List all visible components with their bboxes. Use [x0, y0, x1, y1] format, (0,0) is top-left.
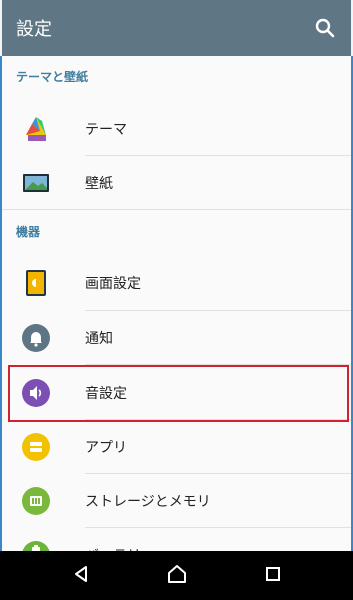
notification-bell-icon: [22, 324, 50, 352]
recents-icon: [263, 564, 283, 588]
recents-button[interactable]: [253, 551, 293, 600]
display-icon: [22, 269, 50, 297]
settings-item-wallpaper[interactable]: 壁紙: [2, 156, 351, 210]
apps-icon: [22, 433, 50, 461]
settings-item-label: ストレージとメモリ: [85, 494, 211, 510]
settings-item-display[interactable]: 画面設定: [2, 256, 351, 310]
search-icon[interactable]: [313, 16, 337, 40]
settings-item-label: 壁紙: [85, 176, 113, 192]
edge-line: [0, 56, 2, 551]
settings-item-notifications[interactable]: 通知: [2, 311, 351, 365]
home-icon: [166, 563, 188, 589]
wallpaper-icon: [22, 169, 50, 197]
navigation-bar: [0, 551, 353, 600]
home-button[interactable]: [157, 551, 197, 600]
settings-item-apps[interactable]: アプリ: [2, 420, 351, 474]
back-icon: [71, 564, 91, 588]
section-header-theme: テーマと壁紙: [16, 70, 89, 84]
settings-item-label: テーマ: [85, 122, 127, 138]
back-button[interactable]: [61, 551, 101, 600]
settings-item-label: アプリ: [85, 440, 127, 456]
highlight-box: [8, 365, 349, 422]
storage-icon: [22, 487, 50, 515]
theme-palette-icon: [22, 115, 50, 143]
settings-item-theme[interactable]: テーマ: [2, 102, 351, 156]
section-divider: [2, 209, 351, 210]
app-bar: 設定: [2, 0, 351, 56]
settings-item-storage[interactable]: ストレージとメモリ: [2, 474, 351, 528]
settings-item-label: 画面設定: [85, 276, 141, 292]
settings-screen: 設定 テーマと壁紙 テーマ 壁紙 機器 画面設定 通知 音設定 アプリ ストレー…: [2, 0, 351, 600]
page-title: 設定: [16, 19, 52, 40]
section-header-device: 機器: [16, 225, 41, 239]
settings-item-label: 通知: [85, 331, 113, 347]
